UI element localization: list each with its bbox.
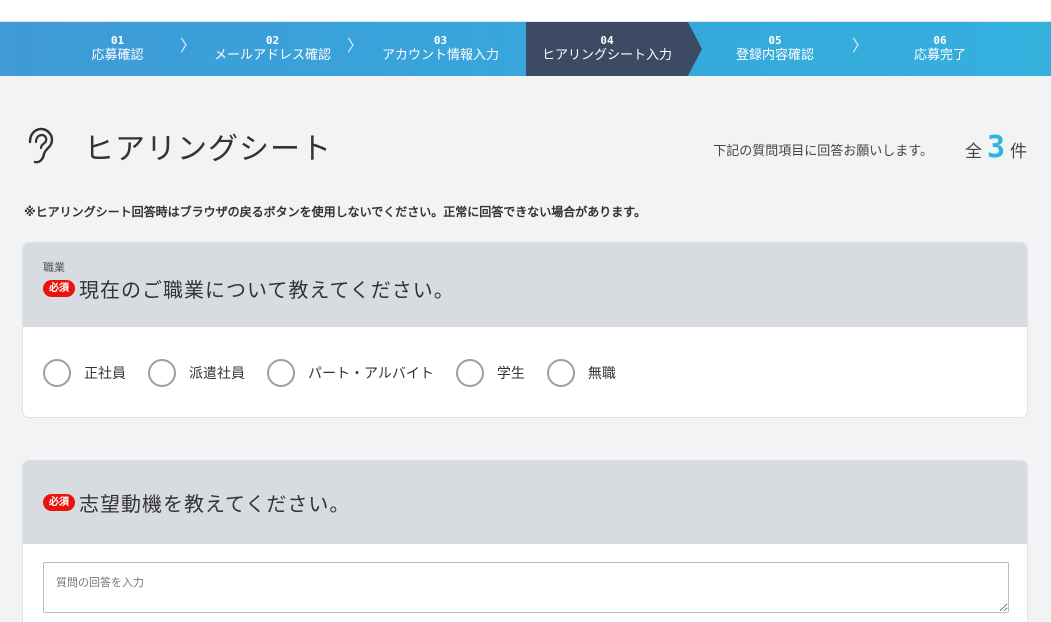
step-label: 応募完了 <box>913 48 966 63</box>
radio-button[interactable] <box>43 359 71 387</box>
step-05: 05 登録内容確認 <box>715 22 835 76</box>
radio-button[interactable] <box>148 359 176 387</box>
question-line: 必須 志望動機を教えてください。 <box>43 488 350 517</box>
answer-textarea[interactable] <box>43 562 1009 613</box>
option-label: 学生 <box>496 366 525 382</box>
question-count: 全 3 件 <box>965 130 1027 165</box>
page-title: ヒアリングシート <box>84 132 332 167</box>
step-number: 04 <box>600 34 614 47</box>
question-header: 職業 必須 現在のご職業について教えてください。 <box>23 243 1027 327</box>
radio-button[interactable] <box>267 359 295 387</box>
step-number: 06 <box>933 34 947 47</box>
option-full-time[interactable]: 正社員 <box>43 359 126 387</box>
option-label: 無職 <box>587 366 616 382</box>
option-unemployed[interactable]: 無職 <box>546 359 616 387</box>
step-04-active: 04 ヒアリングシート入力 <box>526 22 702 76</box>
radio-button[interactable] <box>546 359 575 387</box>
chevron-right-icon: 〉 <box>347 36 364 55</box>
step-number: 05 <box>768 34 782 47</box>
count-prefix: 全 <box>964 142 982 162</box>
warning-notice: ※ヒアリングシート回答時はブラウザの戻るボタンを使用しないでください。正常に回答… <box>24 205 647 219</box>
question-card-motivation: 必須 志望動機を教えてください。 <box>22 460 1028 622</box>
count-suffix: 件 <box>1010 142 1027 162</box>
step-label: ヒアリングシート入力 <box>541 48 672 63</box>
progress-steps: 01 応募確認 〉 02 メールアドレス確認 〉 03 アカウント情報入力 04… <box>0 22 1051 76</box>
chevron-right-icon: 〉 <box>180 36 197 55</box>
option-label: 派遣社員 <box>189 366 245 382</box>
step-01: 01 応募確認 <box>70 22 165 76</box>
ear-icon <box>28 127 54 164</box>
page-heading: ヒアリングシート <box>24 124 332 168</box>
step-03: 03 アカウント情報入力 <box>368 22 513 76</box>
required-badge: 必須 <box>43 494 75 511</box>
option-label: 正社員 <box>84 366 126 382</box>
instructions-text: 下記の質問項目に回答お願いします。 <box>713 144 933 159</box>
option-part-time[interactable]: パート・アルバイト <box>267 359 434 387</box>
step-number: 03 <box>433 34 448 47</box>
step-label: アカウント情報入力 <box>381 48 499 63</box>
question-line: 必須 現在のご職業について教えてください。 <box>43 274 1007 303</box>
option-dispatch[interactable]: 派遣社員 <box>148 359 245 387</box>
option-label: パート・アルバイト <box>308 366 434 382</box>
question-card-occupation: 職業 必須 現在のご職業について教えてください。 正社員 派遣社員 パート・アル… <box>22 242 1028 418</box>
step-number: 02 <box>265 34 280 47</box>
question-header: 必須 志望動機を教えてください。 <box>23 461 1027 544</box>
step-06: 06 応募完了 <box>880 22 1000 76</box>
question-text: 現在のご職業について教えてください。 <box>79 278 455 302</box>
step-label: 応募確認 <box>91 48 144 63</box>
radio-button[interactable] <box>455 359 484 387</box>
step-label: メールアドレス確認 <box>213 48 331 63</box>
occupation-options: 正社員 派遣社員 パート・アルバイト 学生 無職 <box>23 327 1027 387</box>
chevron-right-icon: 〉 <box>852 36 869 55</box>
step-label: 登録内容確認 <box>735 48 814 63</box>
count-number: 3 <box>986 130 1005 165</box>
question-text: 志望動機を教えてください。 <box>79 492 351 516</box>
top-bar <box>0 0 1051 22</box>
step-number: 01 <box>110 34 125 47</box>
option-student[interactable]: 学生 <box>455 359 525 387</box>
step-02: 02 メールアドレス確認 <box>200 22 345 76</box>
question-category: 職業 <box>43 261 65 274</box>
required-badge: 必須 <box>43 280 75 297</box>
